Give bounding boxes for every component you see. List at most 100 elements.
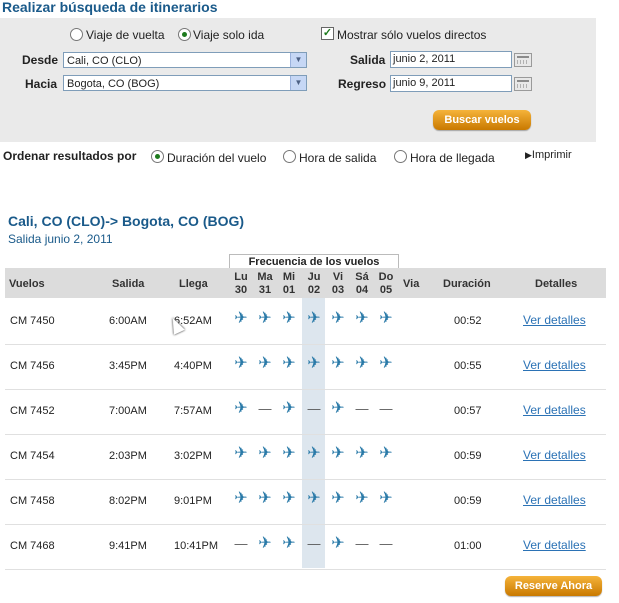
no-flight-dash: — [258,401,272,416]
header-flights: Vuelos [9,278,45,290]
flight-number: CM 7454 [10,450,55,462]
table-row: CM 7468 9:41PM 10:41PM — ✈ ✈ — ✈ — — 01:00 Ver deta… [5,524,606,570]
plane-icon: ✈ [234,355,248,372]
print-link[interactable]: ▶Imprimir [525,149,572,161]
plane-icon: ✈ [282,310,296,327]
day-header: Ma 31 [253,271,277,297]
to-select-value: Bogota, CO (BOG) [67,78,160,90]
arrive-time: 9:01PM [174,495,212,507]
depart-time: 9:41PM [109,540,147,552]
from-select[interactable]: Cali, CO (CLO) ▼ [63,52,307,68]
details-link[interactable]: Ver detalles [523,493,586,507]
depart-time: 2:03PM [109,450,147,462]
sort-depart-radio[interactable] [283,150,296,163]
flight-number: CM 7456 [10,360,55,372]
plane-icon: ✈ [379,355,393,372]
table-row: CM 7456 3:45PM 4:40PM ✈ ✈ ✈ ✈ ✈ ✈ ✈ 00:55 Ver detal… [5,344,606,390]
sort-duration-label: Duración del vuelo [167,151,267,165]
day-name: Lu [234,271,248,283]
return-date-input[interactable]: junio 9, 2011 [390,75,512,92]
depart-label: Salida [350,53,386,67]
plane-icon: ✈ [379,445,393,462]
sort-arrive-radio[interactable] [394,150,407,163]
day-number: 30 [234,284,248,296]
calendar-icon[interactable] [514,53,532,67]
plane-icon: ✈ [331,490,345,507]
direct-only-label: Mostrar sólo vuelos directos [337,28,487,42]
route-subtitle: Salida junio 2, 2011 [8,232,113,246]
day-name: Vi [332,271,344,283]
page-title: Realizar búsqueda de itinerarios [2,0,218,15]
duration: 01:00 [454,540,482,552]
plane-icon: ✈ [355,355,369,372]
depart-time: 7:00AM [109,405,147,417]
details-link[interactable]: Ver detalles [523,358,586,372]
direct-only-checkbox[interactable]: ✓ [321,27,334,40]
plane-icon: ✈ [258,310,272,327]
plane-icon: ✈ [331,535,345,552]
round-trip-radio[interactable] [70,28,83,41]
flight-number: CM 7458 [10,495,55,507]
header-details: Detalles [535,278,578,290]
plane-icon: ✈ [258,535,272,552]
plane-icon: ✈ [234,490,248,507]
duration: 00:55 [454,360,482,372]
day-name: Mi [282,271,296,283]
details-link[interactable]: Ver detalles [523,448,586,462]
from-select-value: Cali, CO (CLO) [67,55,142,67]
day-header: Vi 03 [326,271,350,297]
one-way-radio[interactable] [178,28,191,41]
sort-label: Ordenar resultados por [3,149,137,163]
day-number: 01 [282,284,296,296]
day-name: Ma [257,271,273,283]
sort-duration-radio[interactable] [151,150,164,163]
details-link[interactable]: Ver detalles [523,313,586,327]
from-label: Desde [22,53,59,67]
chevron-down-icon: ▼ [290,53,306,67]
play-icon: ▶ [525,150,532,160]
plane-icon: ✈ [234,445,248,462]
plane-icon: ✈ [258,490,272,507]
no-flight-dash: — [379,401,393,416]
plane-icon: ✈ [379,310,393,327]
depart-date-value: junio 2, 2011 [393,53,456,65]
table-row: CM 7454 2:03PM 3:02PM ✈ ✈ ✈ ✈ ✈ ✈ ✈ 00:59 Ver detal… [5,434,606,480]
plane-icon: ✈ [282,445,296,462]
plane-icon: ✈ [234,310,248,327]
duration: 00:57 [454,405,482,417]
search-flights-button[interactable]: Buscar vuelos [433,110,531,130]
plane-icon: ✈ [355,445,369,462]
return-label: Regreso [338,77,387,91]
frequency-title: Frecuencia de los vuelos [229,254,399,269]
header-duration: Duración [443,278,491,290]
to-select[interactable]: Bogota, CO (BOG) ▼ [63,75,307,91]
no-flight-dash: — [307,536,321,551]
details-link[interactable]: Ver detalles [523,538,586,552]
plane-icon: ✈ [282,490,296,507]
arrive-time: 3:02PM [174,450,212,462]
duration: 00:59 [454,450,482,462]
depart-date-input[interactable]: junio 2, 2011 [390,51,512,68]
calendar-icon[interactable] [514,77,532,91]
plane-icon: ✈ [282,355,296,372]
table-header: Vuelos Salida Llega Lu 30 Ma 31 Mi 01 Ju 02 Vi 03… [5,268,606,298]
sort-arrive-label: Hora de llegada [410,151,495,165]
round-trip-label: Viaje de vuelta [86,28,165,42]
flight-number: CM 7450 [10,315,55,327]
depart-time: 8:02PM [109,495,147,507]
plane-icon: ✈ [331,355,345,372]
day-header: Do 05 [374,271,398,297]
details-link[interactable]: Ver detalles [523,403,586,417]
plane-icon: ✈ [307,490,321,507]
header-arrive: Llega [179,278,208,290]
route-title: Cali, CO (CLO)-> Bogota, CO (BOG) [8,213,245,229]
sort-depart-label: Hora de salida [299,151,377,165]
table-row: CM 7450 6:00AM 6:52AM ✈ ✈ ✈ ✈ ✈ ✈ ✈ 00:52 Ver detal… [5,299,606,345]
day-name: Sá [355,271,369,283]
plane-icon: ✈ [258,355,272,372]
table-row: CM 7458 8:02PM 9:01PM ✈ ✈ ✈ ✈ ✈ ✈ ✈ 00:59 Ver detal… [5,479,606,525]
duration: 00:59 [454,495,482,507]
day-header: Ju 02 [302,271,326,297]
plane-icon: ✈ [355,490,369,507]
reserve-now-button[interactable]: Reserve Ahora [505,576,602,596]
